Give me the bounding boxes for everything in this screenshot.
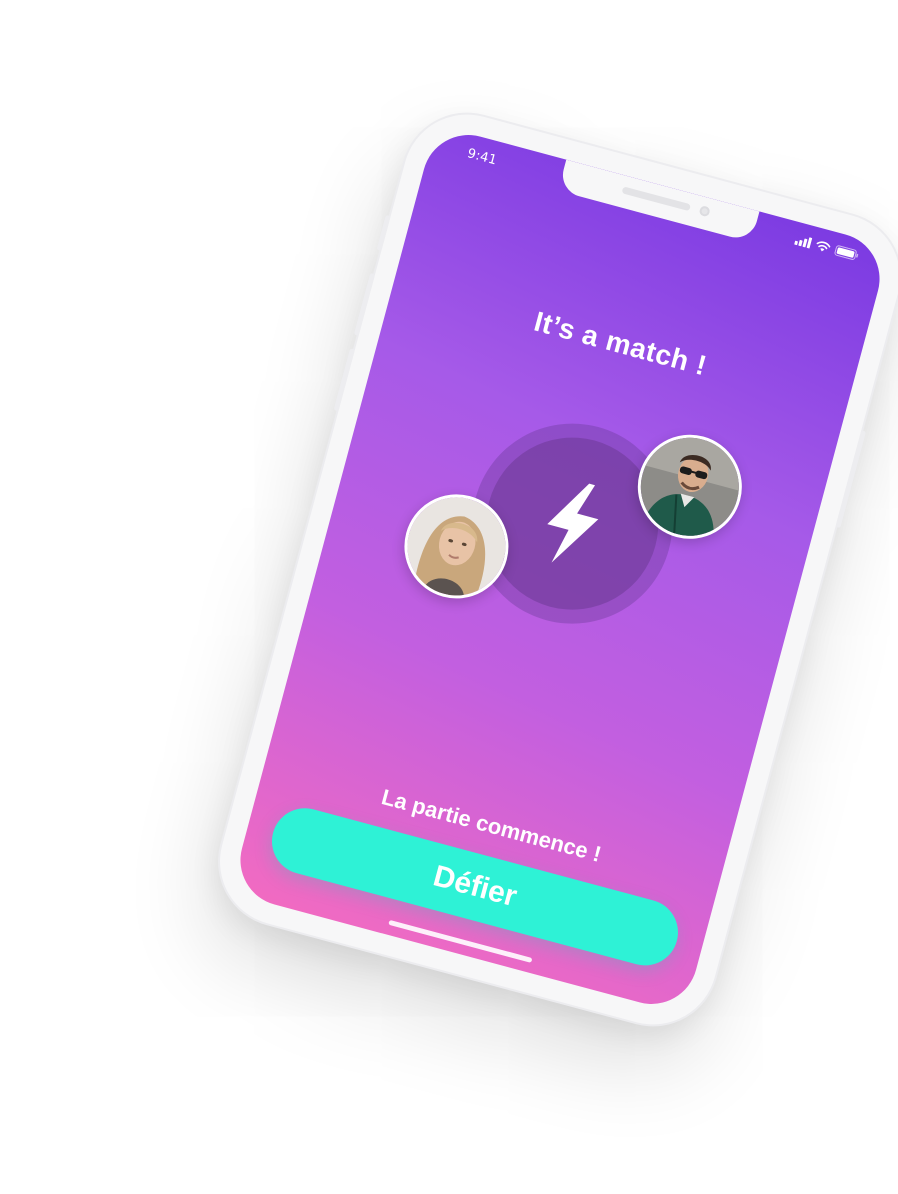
front-camera bbox=[698, 205, 711, 218]
stage: 9:41 It’s a match ! La partie commence !… bbox=[0, 0, 898, 1194]
status-time: 9:41 bbox=[465, 146, 499, 169]
match-title: It’s a match ! bbox=[531, 305, 711, 382]
power-button bbox=[835, 430, 867, 529]
mute-switch bbox=[376, 214, 391, 251]
volume-up-button bbox=[353, 272, 376, 336]
notch bbox=[558, 159, 760, 243]
wifi-icon bbox=[816, 241, 831, 252]
status-icons bbox=[794, 234, 860, 261]
phone-device: 9:41 It’s a match ! La partie commence !… bbox=[205, 100, 898, 1039]
volume-down-button bbox=[333, 348, 355, 412]
speaker-grille bbox=[621, 186, 691, 212]
battery-icon bbox=[834, 245, 859, 260]
signal-icon bbox=[794, 237, 813, 249]
app-screen: 9:41 It’s a match ! La partie commence !… bbox=[230, 124, 890, 1015]
